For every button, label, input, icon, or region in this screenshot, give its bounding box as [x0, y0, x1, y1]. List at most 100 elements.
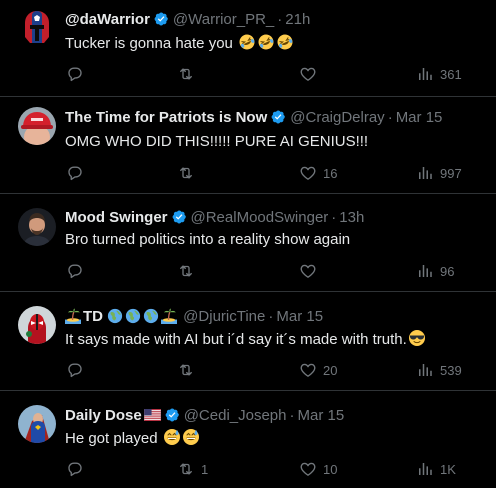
views-button[interactable]: 1K — [416, 459, 456, 479]
tweet-text: Tucker is gonna hate you — [65, 33, 488, 54]
reply-icon — [66, 65, 84, 83]
grinning-sweat-face-emoji-icon — [182, 428, 200, 446]
retweet-icon — [177, 361, 195, 379]
tweet-header: The Time for Patriots is Now @CraigDelray… — [65, 108, 488, 128]
retweet-button[interactable] — [177, 261, 201, 281]
rolling-on-floor-laughing-emoji-icon — [276, 33, 294, 51]
timestamp[interactable]: Mar 15 — [298, 407, 345, 424]
timestamp[interactable]: Mar 15 — [396, 109, 443, 126]
tweet-actions: 20 539 — [0, 360, 496, 380]
tweet-text: It says made with AI but i´d say it´s ma… — [65, 329, 488, 350]
retweet-icon — [177, 460, 195, 478]
us-flag-icon — [144, 409, 161, 421]
view-count: 96 — [440, 263, 455, 279]
timestamp[interactable]: Mar 15 — [276, 308, 323, 325]
reply-button[interactable] — [66, 360, 90, 380]
tweet-actions: 361 — [0, 64, 496, 84]
display-name[interactable]: TD — [83, 308, 103, 325]
tweet-header: Mood Swinger @RealMoodSwinger · 13h — [65, 208, 488, 228]
man-portrait-avatar-icon — [18, 208, 56, 246]
heart-icon — [299, 460, 317, 478]
island-icon — [65, 308, 81, 324]
bar-chart-icon — [416, 164, 434, 182]
tweet-header: @daWarrior @Warrior_PR_ · 21h — [65, 10, 488, 30]
separator-dot: · — [268, 308, 274, 325]
display-name[interactable]: Daily Dose — [65, 407, 142, 424]
tweet-header: Daily Dose @Cedi_Joseph · Mar 15 — [65, 406, 488, 426]
avatar[interactable] — [18, 306, 56, 344]
rolling-on-floor-laughing-emoji-icon — [257, 33, 275, 51]
tweet[interactable]: TD @DjuricTine · Mar 15 It says made with … — [0, 292, 496, 391]
views-button[interactable]: 997 — [416, 163, 462, 183]
retweet-icon — [177, 164, 195, 182]
like-button[interactable]: 20 — [299, 360, 337, 380]
like-button[interactable]: 10 — [299, 459, 337, 479]
avatar[interactable] — [18, 107, 56, 145]
views-button[interactable]: 361 — [416, 64, 462, 84]
display-name[interactable]: The Time for Patriots is Now — [65, 109, 267, 126]
avatar[interactable] — [18, 208, 56, 246]
tweet-text-content: OMG WHO DID THIS!!!!! PURE AI GENIUS!!! — [65, 133, 369, 150]
tweet-actions: 16 997 — [0, 163, 496, 183]
handle[interactable]: @Warrior_PR_ — [173, 11, 274, 28]
globe-icon — [125, 308, 141, 324]
view-count: 539 — [440, 362, 462, 378]
tweet-actions: 96 — [0, 261, 496, 281]
retweet-button[interactable] — [177, 64, 201, 84]
handle[interactable]: @CraigDelray — [290, 109, 384, 126]
tweet[interactable]: The Time for Patriots is Now @CraigDelray… — [0, 97, 496, 194]
timestamp[interactable]: 21h — [285, 11, 310, 28]
reply-button[interactable] — [66, 163, 90, 183]
retweet-button[interactable]: 1 — [177, 459, 208, 479]
superhero-avatar-icon — [18, 405, 56, 443]
reply-button[interactable] — [66, 64, 90, 84]
bar-chart-icon — [416, 460, 434, 478]
reply-button[interactable] — [66, 261, 90, 281]
like-button[interactable] — [299, 64, 323, 84]
reply-button[interactable] — [66, 459, 90, 479]
retweet-count: 1 — [201, 461, 209, 477]
tweet-text: OMG WHO DID THIS!!!!! PURE AI GENIUS!!! — [65, 132, 488, 152]
heart-icon — [299, 262, 317, 280]
avatar[interactable] — [18, 8, 56, 46]
handle[interactable]: @DjuricTine — [183, 308, 265, 325]
tweet-text: Bro turned politics into a reality show … — [65, 230, 488, 250]
handle[interactable]: @Cedi_Joseph — [184, 407, 287, 424]
separator-dot: · — [277, 11, 283, 28]
grinning-sweat-face-emoji-icon — [163, 428, 181, 446]
island-icon — [161, 308, 177, 324]
tweet-actions: 1 10 1K — [0, 459, 496, 479]
retweet-button[interactable] — [177, 163, 201, 183]
reply-icon — [66, 361, 84, 379]
separator-dot: · — [387, 109, 393, 126]
rolling-on-floor-laughing-emoji-icon — [238, 33, 256, 51]
like-count: 16 — [323, 165, 338, 181]
views-button[interactable]: 539 — [416, 360, 462, 380]
globe-icon — [107, 308, 123, 324]
retweet-icon — [177, 65, 195, 83]
verified-badge-icon — [164, 407, 180, 423]
red-cap-avatar-icon — [18, 107, 56, 145]
handle[interactable]: @RealMoodSwinger — [191, 209, 329, 226]
timestamp[interactable]: 13h — [339, 209, 364, 226]
retweet-button[interactable] — [177, 360, 201, 380]
bar-chart-icon — [416, 262, 434, 280]
like-count: 20 — [323, 362, 338, 378]
display-name[interactable]: @daWarrior — [65, 11, 150, 28]
tweet[interactable]: Mood Swinger @RealMoodSwinger · 13h Bro tur… — [0, 194, 496, 292]
like-button[interactable]: 16 — [299, 163, 337, 183]
reply-icon — [66, 164, 84, 182]
tweet-header: TD @DjuricTine · Mar 15 — [65, 307, 488, 327]
reply-icon — [66, 262, 84, 280]
tweet[interactable]: Daily Dose @Cedi_Joseph · Mar 15 He got pla… — [0, 391, 496, 488]
tweet-text-content: Bro turned politics into a reality show … — [65, 231, 351, 248]
spartan-helmet-avatar-icon — [18, 8, 56, 46]
avatar[interactable] — [18, 405, 56, 443]
verified-badge-icon — [171, 209, 187, 225]
bar-chart-icon — [416, 65, 434, 83]
bar-chart-icon — [416, 361, 434, 379]
views-button[interactable]: 96 — [416, 261, 454, 281]
tweet[interactable]: @daWarrior @Warrior_PR_ · 21h Tucker is gon… — [0, 0, 496, 97]
like-button[interactable] — [299, 261, 323, 281]
display-name[interactable]: Mood Swinger — [65, 209, 168, 226]
